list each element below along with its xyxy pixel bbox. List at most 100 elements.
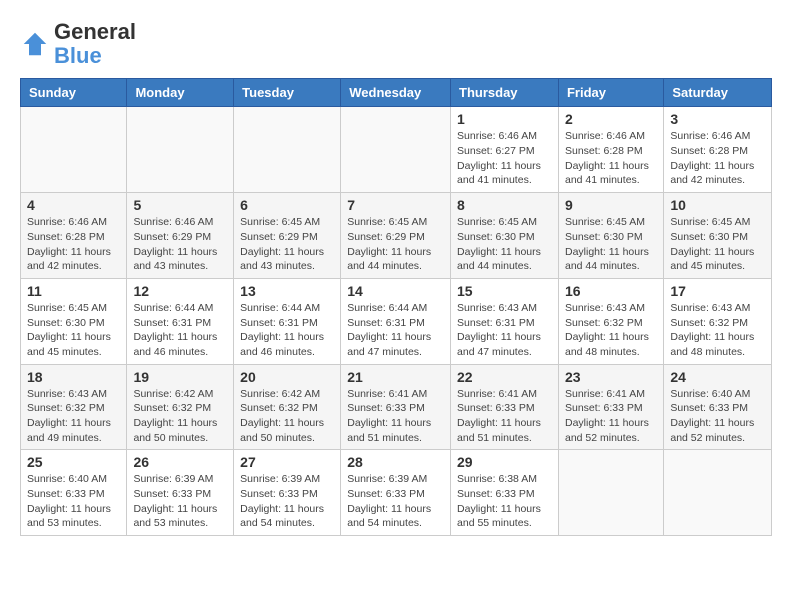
calendar-cell: 19 Sunrise: 6:42 AM Sunset: 6:32 PM Dayli… [127,364,234,450]
header-col-sunday: Sunday [21,79,127,107]
calendar-cell: 15 Sunrise: 6:43 AM Sunset: 6:31 PM Dayli… [451,278,559,364]
day-info: Sunrise: 6:42 AM Sunset: 6:32 PM Dayligh… [133,387,227,446]
calendar-cell [127,107,234,193]
day-number: 7 [347,197,444,213]
day-number: 16 [565,283,657,299]
day-info: Sunrise: 6:45 AM Sunset: 6:30 PM Dayligh… [565,215,657,274]
day-number: 26 [133,454,227,470]
calendar-cell: 14 Sunrise: 6:44 AM Sunset: 6:31 PM Dayli… [341,278,451,364]
day-number: 2 [565,111,657,127]
day-number: 23 [565,369,657,385]
calendar-cell: 23 Sunrise: 6:41 AM Sunset: 6:33 PM Dayli… [558,364,663,450]
calendar-cell: 4 Sunrise: 6:46 AM Sunset: 6:28 PM Daylig… [21,193,127,279]
day-info: Sunrise: 6:39 AM Sunset: 6:33 PM Dayligh… [347,472,444,531]
day-info: Sunrise: 6:43 AM Sunset: 6:32 PM Dayligh… [670,301,765,360]
day-number: 5 [133,197,227,213]
day-number: 6 [240,197,334,213]
day-info: Sunrise: 6:41 AM Sunset: 6:33 PM Dayligh… [457,387,552,446]
calendar-cell: 25 Sunrise: 6:40 AM Sunset: 6:33 PM Dayli… [21,450,127,536]
logo-icon [20,29,50,59]
day-info: Sunrise: 6:44 AM Sunset: 6:31 PM Dayligh… [240,301,334,360]
day-info: Sunrise: 6:38 AM Sunset: 6:33 PM Dayligh… [457,472,552,531]
day-number: 1 [457,111,552,127]
calendar-cell [664,450,772,536]
calendar-cell: 20 Sunrise: 6:42 AM Sunset: 6:32 PM Dayli… [234,364,341,450]
header-col-friday: Friday [558,79,663,107]
calendar-cell: 16 Sunrise: 6:43 AM Sunset: 6:32 PM Dayli… [558,278,663,364]
day-info: Sunrise: 6:45 AM Sunset: 6:30 PM Dayligh… [457,215,552,274]
calendar-cell [234,107,341,193]
day-number: 25 [27,454,120,470]
calendar-cell: 11Sunrise: 6:45 AM Sunset: 6:30 PM Dayli… [21,278,127,364]
calendar-cell: 1 Sunrise: 6:46 AM Sunset: 6:27 PM Daylig… [451,107,559,193]
calendar-cell: 8 Sunrise: 6:45 AM Sunset: 6:30 PM Daylig… [451,193,559,279]
calendar-cell: 29 Sunrise: 6:38 AM Sunset: 6:33 PM Dayli… [451,450,559,536]
calendar-cell: 12 Sunrise: 6:44 AM Sunset: 6:31 PM Dayli… [127,278,234,364]
day-number: 13 [240,283,334,299]
calendar-cell: 27 Sunrise: 6:39 AM Sunset: 6:33 PM Dayli… [234,450,341,536]
week-row-5: 25 Sunrise: 6:40 AM Sunset: 6:33 PM Dayli… [21,450,772,536]
calendar-cell [558,450,663,536]
week-row-3: 11Sunrise: 6:45 AM Sunset: 6:30 PM Dayli… [21,278,772,364]
day-info: Sunrise: 6:40 AM Sunset: 6:33 PM Dayligh… [670,387,765,446]
calendar-cell: 21Sunrise: 6:41 AM Sunset: 6:33 PM Dayli… [341,364,451,450]
calendar-cell [21,107,127,193]
calendar-cell: 26 Sunrise: 6:39 AM Sunset: 6:33 PM Dayli… [127,450,234,536]
day-info: Sunrise: 6:43 AM Sunset: 6:31 PM Dayligh… [457,301,552,360]
day-info: Sunrise: 6:45 AM Sunset: 6:30 PM Dayligh… [27,301,120,360]
day-info: Sunrise: 6:46 AM Sunset: 6:28 PM Dayligh… [27,215,120,274]
day-info: Sunrise: 6:42 AM Sunset: 6:32 PM Dayligh… [240,387,334,446]
day-info: Sunrise: 6:43 AM Sunset: 6:32 PM Dayligh… [27,387,120,446]
day-number: 15 [457,283,552,299]
day-info: Sunrise: 6:41 AM Sunset: 6:33 PM Dayligh… [347,387,444,446]
day-info: Sunrise: 6:40 AM Sunset: 6:33 PM Dayligh… [27,472,120,531]
day-info: Sunrise: 6:43 AM Sunset: 6:32 PM Dayligh… [565,301,657,360]
logo-text: General Blue [54,20,136,68]
calendar-cell: 5 Sunrise: 6:46 AM Sunset: 6:29 PM Daylig… [127,193,234,279]
page-header: General Blue [20,20,772,68]
day-number: 3 [670,111,765,127]
week-row-2: 4 Sunrise: 6:46 AM Sunset: 6:28 PM Daylig… [21,193,772,279]
header-col-saturday: Saturday [664,79,772,107]
calendar-cell: 18 Sunrise: 6:43 AM Sunset: 6:32 PM Dayli… [21,364,127,450]
day-number: 18 [27,369,120,385]
calendar-cell: 3 Sunrise: 6:46 AM Sunset: 6:28 PM Daylig… [664,107,772,193]
day-info: Sunrise: 6:44 AM Sunset: 6:31 PM Dayligh… [133,301,227,360]
calendar-cell: 6Sunrise: 6:45 AM Sunset: 6:29 PM Daylig… [234,193,341,279]
day-info: Sunrise: 6:44 AM Sunset: 6:31 PM Dayligh… [347,301,444,360]
calendar-cell: 7 Sunrise: 6:45 AM Sunset: 6:29 PM Daylig… [341,193,451,279]
day-number: 19 [133,369,227,385]
logo: General Blue [20,20,136,68]
calendar-cell: 13 Sunrise: 6:44 AM Sunset: 6:31 PM Dayli… [234,278,341,364]
day-info: Sunrise: 6:39 AM Sunset: 6:33 PM Dayligh… [240,472,334,531]
day-number: 8 [457,197,552,213]
calendar-header-row: SundayMondayTuesdayWednesdayThursdayFrid… [21,79,772,107]
day-number: 28 [347,454,444,470]
calendar-cell: 17 Sunrise: 6:43 AM Sunset: 6:32 PM Dayli… [664,278,772,364]
day-number: 9 [565,197,657,213]
day-info: Sunrise: 6:41 AM Sunset: 6:33 PM Dayligh… [565,387,657,446]
day-info: Sunrise: 6:46 AM Sunset: 6:29 PM Dayligh… [133,215,227,274]
day-info: Sunrise: 6:46 AM Sunset: 6:27 PM Dayligh… [457,129,552,188]
calendar-cell: 22 Sunrise: 6:41 AM Sunset: 6:33 PM Dayli… [451,364,559,450]
day-number: 4 [27,197,120,213]
day-info: Sunrise: 6:45 AM Sunset: 6:29 PM Dayligh… [347,215,444,274]
day-number: 22 [457,369,552,385]
day-number: 14 [347,283,444,299]
header-col-wednesday: Wednesday [341,79,451,107]
day-info: Sunrise: 6:39 AM Sunset: 6:33 PM Dayligh… [133,472,227,531]
week-row-1: 1 Sunrise: 6:46 AM Sunset: 6:27 PM Daylig… [21,107,772,193]
day-number: 27 [240,454,334,470]
week-row-4: 18 Sunrise: 6:43 AM Sunset: 6:32 PM Dayli… [21,364,772,450]
day-info: Sunrise: 6:46 AM Sunset: 6:28 PM Dayligh… [670,129,765,188]
calendar-cell: 10Sunrise: 6:45 AM Sunset: 6:30 PM Dayli… [664,193,772,279]
calendar-table: SundayMondayTuesdayWednesdayThursdayFrid… [20,78,772,536]
day-number: 12 [133,283,227,299]
day-number: 24 [670,369,765,385]
day-number: 20 [240,369,334,385]
header-col-monday: Monday [127,79,234,107]
calendar-cell: 24 Sunrise: 6:40 AM Sunset: 6:33 PM Dayli… [664,364,772,450]
day-number: 17 [670,283,765,299]
calendar-cell: 2Sunrise: 6:46 AM Sunset: 6:28 PM Daylig… [558,107,663,193]
day-number: 29 [457,454,552,470]
